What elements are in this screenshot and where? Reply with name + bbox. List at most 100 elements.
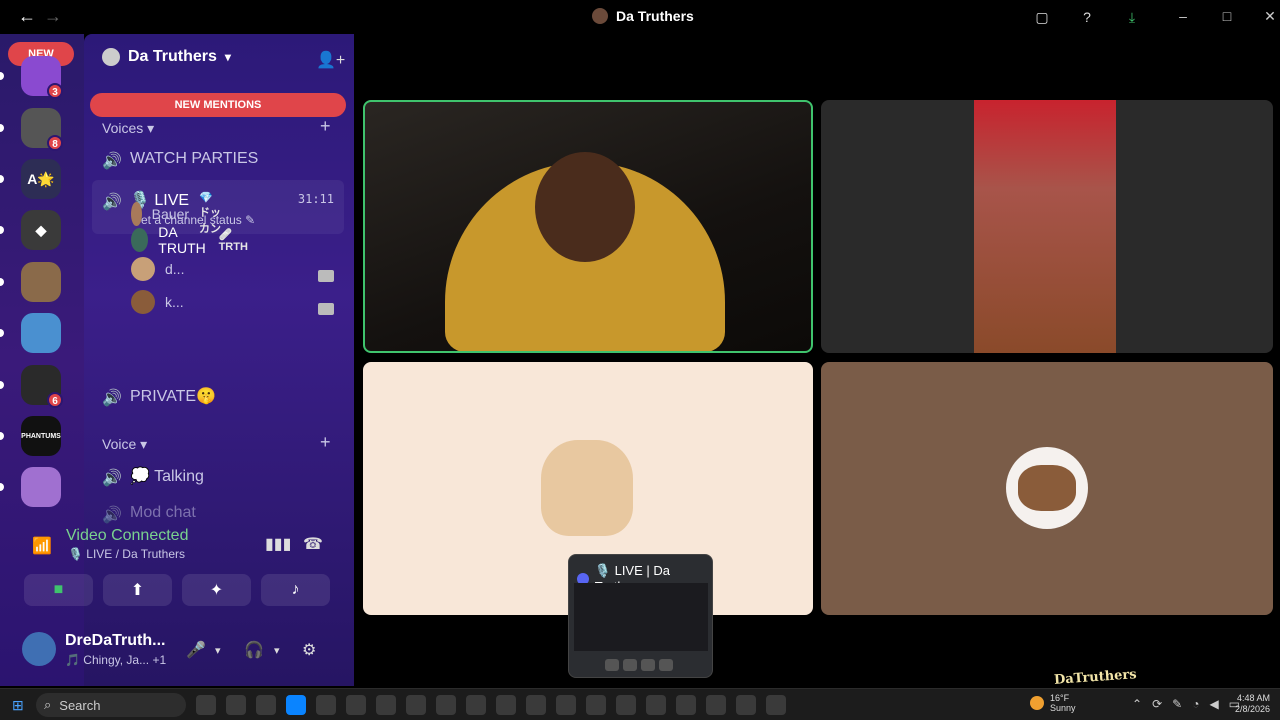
camera-button[interactable]: ■ — [24, 574, 93, 606]
preview-headphones-icon[interactable] — [641, 659, 655, 671]
back-arrow-icon[interactable]: ← — [18, 6, 40, 28]
voice-channel-path[interactable]: 🎙️ LIVE / Da Truthers — [68, 547, 185, 561]
add-channel-icon[interactable]: + — [320, 116, 331, 137]
category-voice-label: Voice — [102, 436, 137, 452]
live-timer: 31:11 — [297, 192, 334, 206]
noise-suppression-icon[interactable]: ▮▮▮ — [265, 534, 291, 554]
spotify-icon[interactable] — [676, 695, 696, 715]
steam-icon[interactable] — [646, 695, 666, 715]
store-icon[interactable] — [346, 695, 366, 715]
search-label: Search — [59, 697, 101, 713]
server-icon[interactable] — [21, 467, 61, 507]
avatar[interactable] — [22, 632, 56, 666]
chevron-up-icon[interactable]: ⌃ — [1132, 697, 1142, 711]
photos-icon[interactable] — [556, 695, 576, 715]
server-icon[interactable] — [21, 313, 61, 353]
taskbar-preview-popup[interactable]: 🎙️ LIVE | Da Truth... — [568, 554, 713, 678]
help-icon[interactable]: ? — [1077, 7, 1097, 27]
file-explorer-icon[interactable] — [316, 695, 336, 715]
preview-disconnect-icon[interactable] — [659, 659, 673, 671]
member-name: k... — [165, 294, 184, 310]
signal-icon[interactable]: 📶 — [32, 536, 52, 556]
xbox-icon[interactable] — [526, 695, 546, 715]
pen-icon[interactable]: ✎ — [1172, 697, 1182, 711]
weather-widget[interactable]: 16°F Sunny — [1030, 693, 1076, 713]
minimize-button[interactable]: – — [1168, 5, 1198, 27]
weather-temp: 16°F — [1050, 693, 1070, 703]
mention-badge: 6 — [47, 392, 63, 408]
server-icon[interactable]: 8 — [21, 108, 63, 151]
channel-talking[interactable]: 🔊 💭 Talking — [102, 466, 204, 487]
maximize-button[interactable]: □ — [1212, 5, 1242, 27]
edge-icon[interactable] — [286, 695, 306, 715]
chevron-down-icon[interactable]: ▾ — [215, 644, 221, 657]
discord-icon[interactable] — [616, 695, 636, 715]
server-icon[interactable]: A🌟 — [21, 159, 61, 199]
voice-member[interactable]: k... — [131, 290, 184, 314]
video-tile-camera[interactable] — [821, 100, 1273, 353]
chevron-down-icon[interactable]: ▾ — [274, 644, 280, 657]
weather-desc: Sunny — [1050, 703, 1076, 713]
voice-status[interactable]: Video Connected — [66, 527, 188, 545]
server-icon[interactable]: 3 — [21, 56, 63, 99]
server-icon[interactable]: 6 — [21, 365, 63, 408]
wifi-icon[interactable]: ◔ — [1192, 697, 1199, 711]
settings-icon[interactable] — [586, 695, 606, 715]
outlook-icon[interactable] — [376, 695, 396, 715]
volume-icon[interactable]: ◀ — [1209, 697, 1218, 711]
sheets-icon[interactable] — [436, 695, 456, 715]
server-header[interactable]: Da Truthers ▾ — [102, 48, 231, 66]
capcut-icon[interactable] — [496, 695, 516, 715]
server-icon[interactable]: PHANTUMS — [21, 416, 61, 456]
clock-date: 2/8/2026 — [1234, 704, 1270, 714]
activities-button[interactable]: ✦ — [182, 574, 251, 606]
preview-thumbnail — [574, 583, 708, 651]
channel-watch-parties[interactable]: 🔊 WATCH PARTIES — [102, 150, 258, 170]
disconnect-icon[interactable]: ☎ — [303, 534, 323, 554]
sync-icon[interactable]: ⟳ — [1152, 697, 1162, 711]
settings-gear-icon[interactable]: ⚙ — [302, 640, 316, 660]
add-channel-icon[interactable]: + — [320, 432, 331, 453]
voice-member[interactable]: d... — [131, 257, 184, 281]
close-button[interactable]: ✕ — [1255, 5, 1280, 27]
channel-label: PRIVATE🤫 — [130, 388, 217, 405]
user-activity: 🎵 Chingy, Ja... +1 — [65, 653, 166, 667]
mention-badge: 3 — [47, 83, 63, 99]
new-mentions-pill[interactable]: NEW MENTIONS — [90, 93, 346, 117]
calculator-icon[interactable] — [736, 695, 756, 715]
windows-start-icon[interactable]: ⊞ — [12, 697, 28, 713]
copilot-icon[interactable] — [256, 695, 276, 715]
clock[interactable]: 4:48 AM 2/8/2026 — [1230, 693, 1270, 715]
microphone-icon[interactable]: 🎤 — [186, 640, 206, 660]
search-box[interactable]: ⌕ Search — [36, 693, 186, 717]
channel-private[interactable]: 🔊 PRIVATE🤫 — [102, 386, 217, 407]
invite-people-icon[interactable]: 👤+ — [316, 50, 345, 70]
soundboard-button[interactable]: ♪ — [261, 574, 330, 606]
teams-icon[interactable] — [406, 695, 426, 715]
github-icon[interactable] — [706, 695, 726, 715]
preview-mic-icon[interactable] — [623, 659, 637, 671]
server-icon[interactable]: ◆ — [21, 210, 61, 250]
clock-time: 4:48 AM — [1236, 693, 1270, 703]
firefox-icon[interactable] — [226, 695, 246, 715]
brave-icon[interactable] — [766, 695, 786, 715]
taskview-icon[interactable] — [196, 695, 216, 715]
username[interactable]: DreDaTruth... — [65, 632, 165, 650]
download-icon[interactable]: ⤓ — [1122, 7, 1142, 27]
forward-arrow-icon[interactable]: → — [44, 6, 66, 28]
server-icon[interactable] — [21, 262, 61, 302]
category-voice[interactable]: Voice ▾ — [102, 436, 147, 453]
participant-video — [974, 100, 1116, 353]
headphones-icon[interactable]: 🎧 — [244, 640, 264, 660]
preview-controls — [605, 659, 673, 671]
server-badge-icon — [102, 48, 120, 66]
category-voices[interactable]: Voices ▾ — [102, 120, 154, 137]
video-tile-avatar[interactable] — [821, 362, 1273, 615]
preview-camera-icon[interactable] — [605, 659, 619, 671]
screen-share-button[interactable]: ⬆ — [103, 574, 172, 606]
notes-icon[interactable] — [466, 695, 486, 715]
voice-member[interactable]: DA TRUTH 🩹 TRTH — [131, 224, 252, 256]
inbox-icon[interactable]: ▢ — [1032, 7, 1052, 27]
member-name: Bauer — [151, 205, 190, 222]
video-tile-speaking[interactable] — [363, 100, 813, 353]
